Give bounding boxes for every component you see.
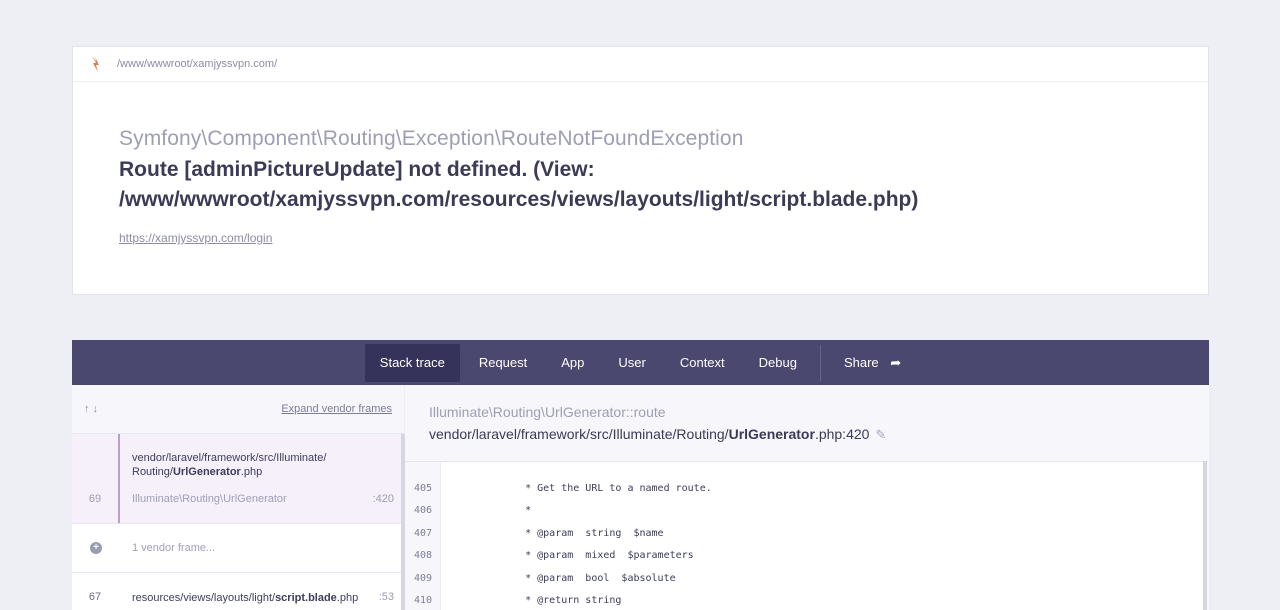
plus-circle-icon: + (90, 542, 102, 554)
code-line: 405 * Get the URL to a named route. (405, 478, 1205, 500)
frame-file-ext: .php (240, 466, 263, 478)
tab-user[interactable]: User (603, 344, 660, 382)
code-text: * (495, 505, 532, 516)
share-icon: ➦ (890, 354, 902, 370)
line-number: 405 (413, 483, 433, 494)
tab-debug[interactable]: Debug (744, 344, 812, 382)
line-number: 410 (413, 595, 433, 606)
selected-indicator (118, 434, 120, 523)
expand-vendor-frames-link[interactable]: Expand vendor frames (281, 403, 392, 415)
line-number: 408 (413, 550, 433, 561)
line-number: 407 (413, 528, 433, 539)
card-top-bar: /www/wwwroot/xamjyssvpn.com/ (73, 47, 1208, 82)
error-header-card: /www/wwwroot/xamjyssvpn.com/ Symfony\Com… (72, 46, 1209, 295)
project-path: /www/wwwroot/xamjyssvpn.com/ (117, 58, 278, 70)
tab-request[interactable]: Request (464, 344, 542, 382)
code-text: * @param string $name (495, 528, 664, 539)
share-label: Share (843, 354, 879, 370)
line-number: 406 (413, 505, 433, 516)
code-line: 410 * @return string (405, 590, 1205, 610)
frame-file-name: script.blade (275, 592, 337, 604)
code-line: 408 * @param mixed $parameters (405, 545, 1205, 567)
code-text: * @param mixed $parameters (495, 550, 694, 561)
frame-detail-panel: Illuminate\Routing\UrlGenerator::route v… (405, 385, 1209, 610)
tab-context[interactable]: Context (665, 344, 740, 382)
frame-file-path: resources/views/layouts/light/script.bla… (132, 591, 358, 605)
tab-bar: Stack trace Request App User Context Deb… (72, 340, 1209, 385)
code-line: 409 * @param bool $absolute (405, 568, 1205, 590)
exception-class: Symfony\Component\Routing\Exception\Rout… (119, 127, 744, 150)
code-scrollbar[interactable] (1203, 461, 1207, 610)
code-text: * @return string (495, 595, 622, 606)
exception-message: Route [adminPictureUpdate] not defined. … (119, 158, 919, 211)
file-suffix: .php:420 (814, 426, 870, 442)
stack-frame[interactable]: 67 resources/views/layouts/light/script.… (72, 573, 404, 610)
stack-frame-selected[interactable]: vendor/laravel/framework/src/Illuminate/… (72, 434, 404, 524)
file-name: UrlGenerator (728, 426, 815, 442)
frame-number: 67 (88, 591, 102, 603)
frame-file-ext: .php (336, 592, 359, 604)
frame-class-method: Illuminate\Routing\UrlGenerator::route (429, 404, 666, 420)
frame-class: Illuminate\Routing\UrlGenerator (132, 493, 287, 505)
vendor-frame-label: 1 vendor frame... (132, 542, 216, 554)
stack-frames-panel: ↑↓ Expand vendor frames vendor/laravel/f… (72, 385, 404, 610)
ignition-logo-icon (92, 56, 99, 72)
frame-file-prefix: resources/views/layouts/light/ (132, 592, 276, 604)
request-url-link[interactable]: https://xamjyssvpn.com/login (119, 231, 272, 245)
tab-app[interactable]: App (546, 344, 599, 382)
frame-file-path: vendor/laravel/framework/src/Illuminate/… (132, 451, 362, 479)
tab-divider (819, 344, 821, 381)
stack-panel-header: ↑↓ Expand vendor frames (72, 385, 404, 434)
edit-pencil-icon[interactable]: ✎ (875, 427, 886, 443)
tab-stack-trace[interactable]: Stack trace (364, 343, 460, 382)
code-text: * Get the URL to a named route. (495, 483, 712, 494)
frame-file-title: vendor/laravel/framework/src/Illuminate/… (429, 426, 886, 443)
frame-file-prefix: vendor/laravel/framework/src/Illuminate/ (132, 452, 327, 464)
share-button[interactable]: Share ➦ (829, 344, 916, 382)
frame-file-name: UrlGenerator (172, 466, 241, 478)
code-snippet: 405 * Get the URL to a named route. 406 … (405, 461, 1205, 610)
frame-line: :53 (378, 591, 394, 603)
frame-nav-arrows-icon[interactable]: ↑↓ (84, 403, 101, 415)
code-line: 407 * @param string $name (405, 523, 1205, 545)
code-line: 406 * (405, 500, 1205, 522)
code-text: * @param bool $absolute (495, 573, 676, 584)
frame-number: 69 (88, 493, 102, 505)
frame-file-dir: Routing/ (132, 466, 173, 478)
line-number: 409 (413, 573, 433, 584)
vendor-frames-collapsed[interactable]: + 1 vendor frame... (72, 524, 404, 573)
file-prefix: vendor/laravel/framework/src/Illuminate/… (429, 426, 729, 442)
frame-line: :420 (372, 493, 394, 505)
